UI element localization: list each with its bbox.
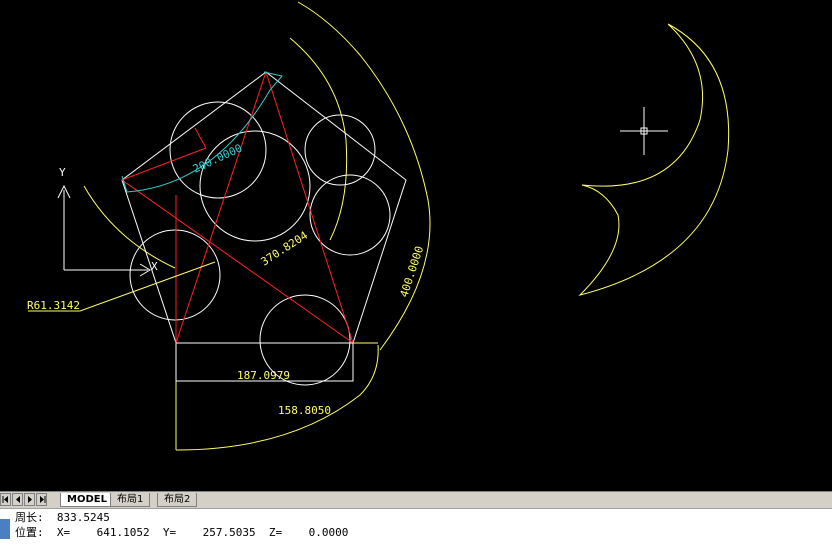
- y-label: Y=: [162, 526, 177, 539]
- ucs-icon: [57, 184, 151, 277]
- x-value: 641.1052: [96, 526, 150, 539]
- drawing-svg[interactable]: 200.0000 370.8204 400.0000 R61.3142 187.…: [0, 0, 832, 491]
- first-tab-button[interactable]: [0, 493, 11, 506]
- crosshair-cursor: [620, 107, 668, 155]
- command-window[interactable]: 周长: 833.5245 位置: X= 641.1052 Y= 257.5035…: [0, 508, 832, 545]
- command-window-grip[interactable]: [0, 519, 10, 539]
- perimeter-value: 833.5245: [56, 511, 110, 524]
- next-arrow-icon: [28, 496, 32, 503]
- tab-model[interactable]: MODEL: [60, 493, 114, 507]
- circle-center[interactable]: [199, 130, 311, 242]
- position-label: 位置:: [15, 526, 44, 539]
- dim-text-radius[interactable]: R61.3142: [27, 299, 80, 312]
- circle-top-right[interactable]: [304, 114, 376, 186]
- circle-left[interactable]: [129, 229, 221, 321]
- dim-text-187[interactable]: 187.0979: [237, 369, 290, 382]
- prev-arrow-icon: [16, 496, 20, 503]
- x-label: X=: [56, 526, 71, 539]
- dim-text-158[interactable]: 158.8050: [278, 404, 331, 417]
- circle-right[interactable]: [309, 174, 391, 256]
- tab-layout1[interactable]: 布局1: [110, 493, 151, 507]
- command-line-1: 周长: 833.5245: [15, 512, 110, 524]
- perimeter-label: 周长:: [15, 511, 44, 524]
- ucs-y-label: Y: [59, 166, 66, 179]
- z-value: 0.0000: [308, 526, 349, 539]
- pentagon[interactable]: [121, 71, 407, 344]
- crescent-moon[interactable]: [578, 23, 730, 296]
- last-tab-button[interactable]: [36, 493, 47, 506]
- next-tab-button[interactable]: [24, 493, 35, 506]
- bottom-arc-158[interactable]: [175, 344, 379, 451]
- cyan-arc-dimension[interactable]: [121, 71, 283, 193]
- command-line-2: 位置: X= 641.1052 Y= 257.5035 Z= 0.0000: [15, 527, 348, 539]
- ucs-x-label: X: [151, 260, 158, 273]
- drawing-canvas[interactable]: 200.0000 370.8204 400.0000 R61.3142 187.…: [0, 0, 832, 491]
- z-label: Z=: [268, 526, 283, 539]
- dim-text-200[interactable]: 200.0000: [191, 142, 245, 176]
- first-arrow-icon: [2, 496, 8, 503]
- tab-layout2[interactable]: 布局2: [157, 493, 198, 507]
- dim-text-370[interactable]: 370.8204: [259, 229, 311, 269]
- layout-tab-bar: MODEL 布局1 布局2: [0, 491, 832, 508]
- y-value: 257.5035: [202, 526, 256, 539]
- prev-tab-button[interactable]: [12, 493, 23, 506]
- last-arrow-icon: [40, 496, 46, 503]
